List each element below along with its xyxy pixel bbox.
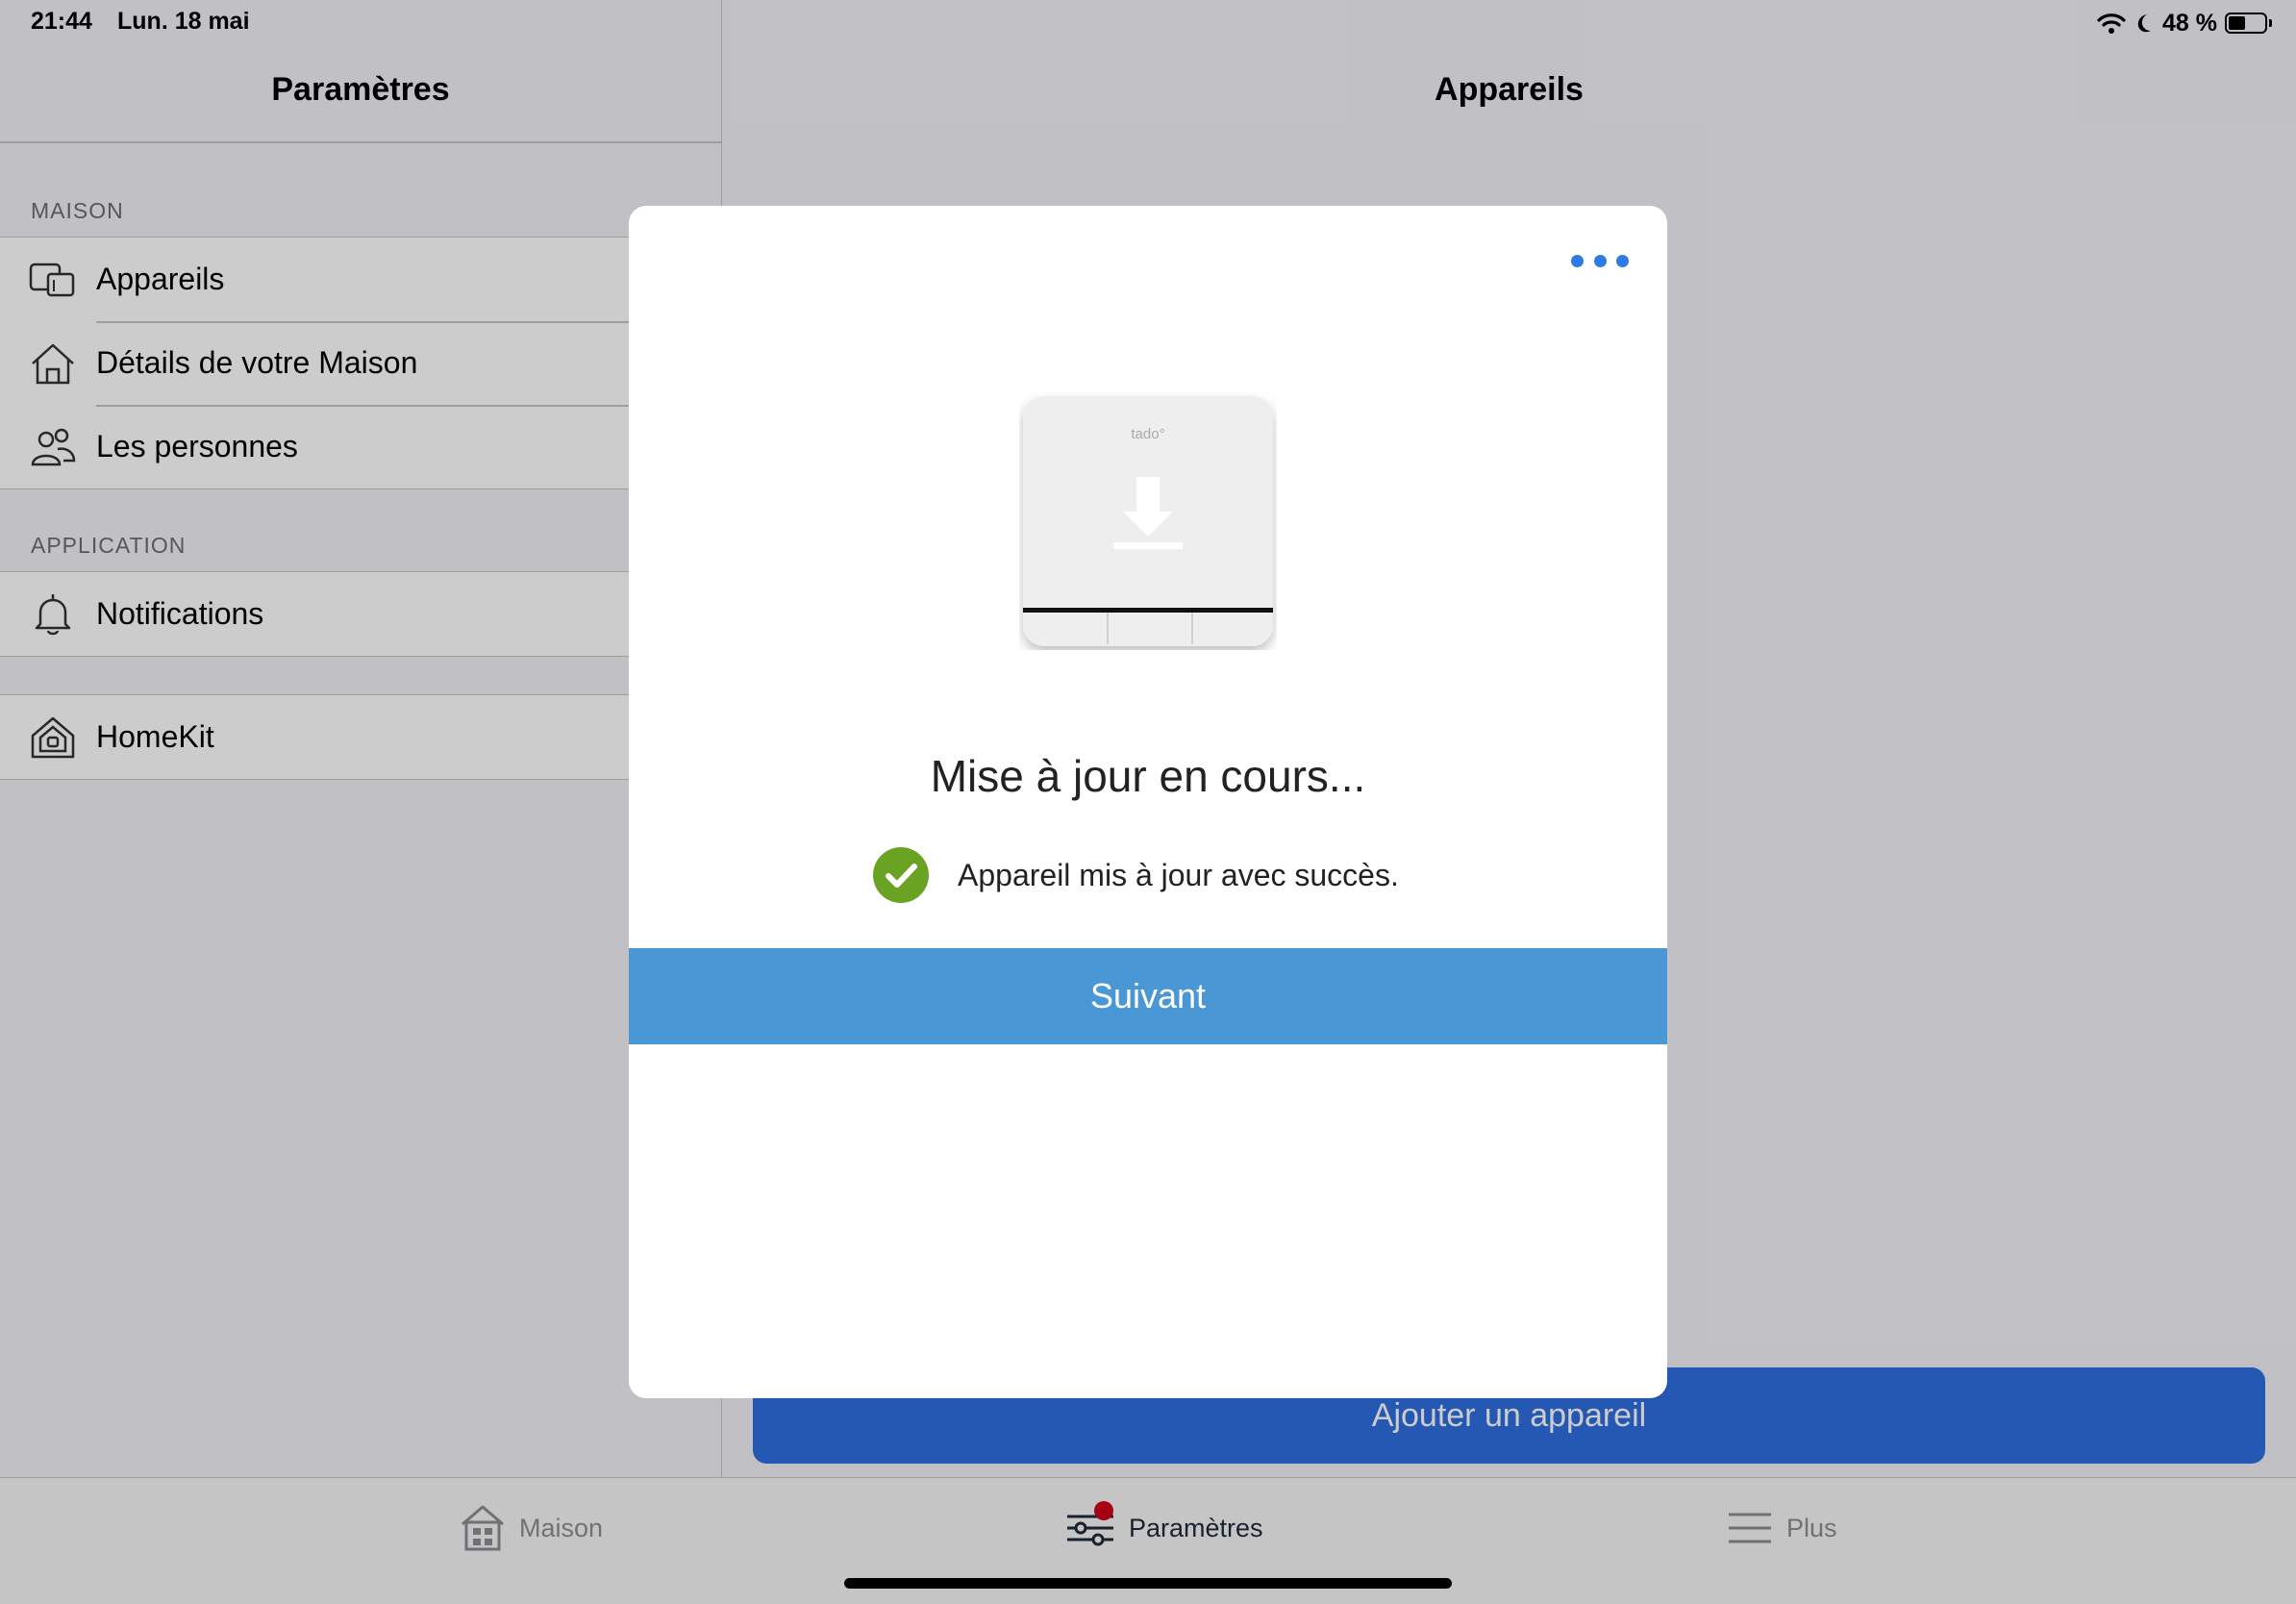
screen: Paramètres MAISON Appareils Détails de v… — [0, 0, 2296, 1604]
more-icon — [1571, 254, 1584, 267]
modal-title: Mise à jour en cours... — [930, 751, 1366, 801]
tado-device-image: tado° — [1023, 396, 1273, 646]
update-modal: tado° Mise à jour en cours... Appareil m… — [629, 206, 1667, 1398]
device-brand: tado° — [1131, 426, 1164, 442]
more-button[interactable] — [1571, 246, 1629, 275]
home-indicator[interactable] — [844, 1578, 1452, 1589]
status-text: Appareil mis à jour avec succès. — [958, 857, 1399, 892]
check-circle-icon — [873, 847, 929, 903]
update-status: Appareil mis à jour avec succès. — [873, 846, 1399, 904]
next-button[interactable]: Suivant — [629, 948, 1667, 1044]
